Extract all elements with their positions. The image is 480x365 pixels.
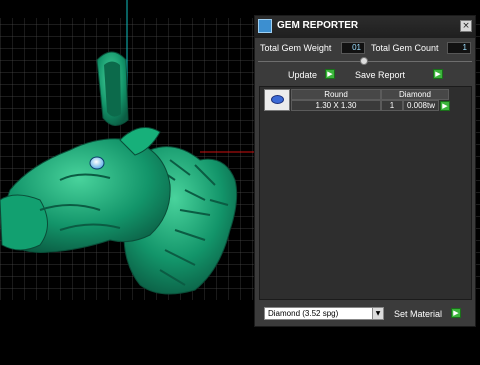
save-report-label[interactable]: Save Report [355,70,405,80]
gem-thumbnail[interactable] [264,89,290,111]
total-gem-weight-field: 01 [341,42,365,54]
total-gem-count-label: Total Gem Count [371,43,439,53]
material-select[interactable]: Diamond (3.52 spg) ▼ [264,307,384,320]
chevron-down-icon[interactable]: ▼ [372,308,383,319]
table-cell-size: 1.30 X 1.30 [291,100,381,111]
update-label[interactable]: Update [288,70,317,80]
table-header-shape: Round [291,89,381,100]
table-cell-weight: 0.008tw [403,100,439,111]
save-report-play-icon[interactable]: ▶ [433,69,443,79]
gem-eye [89,156,105,170]
set-material-play-icon[interactable]: ▶ [451,308,461,318]
round-gem-icon [271,95,284,104]
material-bar: Diamond (3.52 spg) ▼ Set Material ▶ [255,303,475,326]
table-header-material: Diamond [381,89,449,100]
gem-reporter-app-icon [258,19,272,33]
total-gem-weight-label: Total Gem Weight [260,43,332,53]
slider-handle[interactable] [360,57,368,65]
panel-title: GEM REPORTER [277,20,359,31]
material-select-value: Diamond (3.52 spg) [268,309,339,318]
gem-table: Round Diamond 1.30 X 1.30 1 0.008tw ▶ [259,86,472,300]
update-play-icon[interactable]: ▶ [325,69,335,79]
row-play-icon[interactable]: ▶ [440,101,450,111]
total-gem-count-field: 1 [447,42,471,54]
close-icon[interactable]: × [460,20,472,32]
set-material-label[interactable]: Set Material [394,309,442,319]
table-cell-count: 1 [381,100,403,111]
panel-titlebar[interactable]: GEM REPORTER × [255,16,475,38]
gem-reporter-panel: GEM REPORTER × Total Gem Weight 01 Total… [254,15,476,327]
